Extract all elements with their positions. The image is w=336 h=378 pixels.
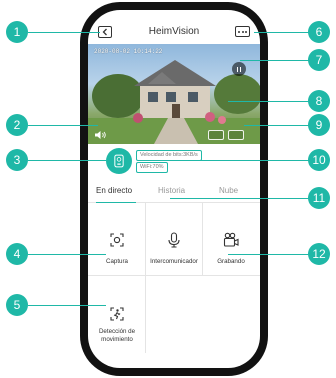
wifi-signal-label: WiFi:70% xyxy=(136,162,168,173)
callout-marker: 9 xyxy=(308,114,330,136)
callout-leader xyxy=(228,101,314,102)
microphone-icon xyxy=(168,232,180,248)
grid-divider xyxy=(88,275,260,276)
motion-detection-icon xyxy=(110,307,124,321)
callout-marker: 8 xyxy=(308,90,330,112)
pause-icon xyxy=(236,66,239,72)
capture-label: Captura xyxy=(105,258,128,265)
tab-cloud[interactable]: Nube xyxy=(219,186,238,195)
video-camera-icon xyxy=(223,232,239,247)
tab-bar: En directo Historia Nube xyxy=(88,180,260,203)
callout-marker: 10 xyxy=(308,149,330,171)
more-button[interactable] xyxy=(235,26,250,37)
speaker-icon[interactable] xyxy=(94,130,108,140)
tab-live[interactable]: En directo xyxy=(96,186,132,195)
house-scene-image xyxy=(88,60,260,144)
callout-marker: 2 xyxy=(6,114,28,136)
callout-leader xyxy=(28,254,106,255)
callout-leader xyxy=(196,160,314,161)
record-video-icon[interactable] xyxy=(228,130,244,140)
callout-marker: 11 xyxy=(308,187,330,209)
callout-marker: 12 xyxy=(308,243,330,265)
callout-leader xyxy=(28,160,106,161)
tab-history[interactable]: Historia xyxy=(158,186,185,195)
video-timestamp: 2020-08-02 10:14:22 xyxy=(94,48,163,55)
callout-marker: 3 xyxy=(6,149,28,171)
callout-marker: 1 xyxy=(6,21,28,43)
callout-leader xyxy=(28,305,106,306)
grid-divider xyxy=(145,275,146,353)
callout-marker: 4 xyxy=(6,243,28,265)
top-bar: HeimVision xyxy=(88,24,260,46)
intercom-label: Intercomunicador xyxy=(150,258,198,265)
capture-icon xyxy=(110,233,124,247)
callout-marker: 7 xyxy=(308,49,330,71)
active-tab-indicator xyxy=(96,201,136,203)
callout-marker: 6 xyxy=(308,21,330,43)
callout-leader xyxy=(28,32,100,33)
callout-leader xyxy=(170,198,314,199)
snapshot-icon[interactable] xyxy=(208,130,224,140)
camera-icon xyxy=(114,154,124,168)
callout-leader xyxy=(244,125,314,126)
callout-leader xyxy=(254,32,314,33)
app-screen: HeimVision 2020-08-02 10:14:22 Velocidad… xyxy=(88,10,260,368)
record-button[interactable]: Grabando xyxy=(203,232,259,266)
live-video-view[interactable]: 2020-08-02 10:14:22 xyxy=(88,44,260,144)
motion-detection-label: Detección de movimiento xyxy=(98,328,136,343)
pause-button[interactable] xyxy=(232,62,246,76)
record-label: Grabando xyxy=(217,258,245,265)
callout-leader xyxy=(228,254,314,255)
callout-marker: 5 xyxy=(6,294,28,316)
intercom-button[interactable]: Intercomunicador xyxy=(146,232,202,266)
callout-leader xyxy=(28,125,98,126)
camera-status-badge xyxy=(106,148,132,174)
motion-detection-button[interactable]: Detección de movimiento xyxy=(89,306,145,344)
more-icon xyxy=(238,30,240,33)
capture-button[interactable]: Captura xyxy=(89,232,145,266)
bitrate-label: Velocidad de bits:3KB/s xyxy=(136,150,202,161)
callout-leader xyxy=(240,60,314,61)
